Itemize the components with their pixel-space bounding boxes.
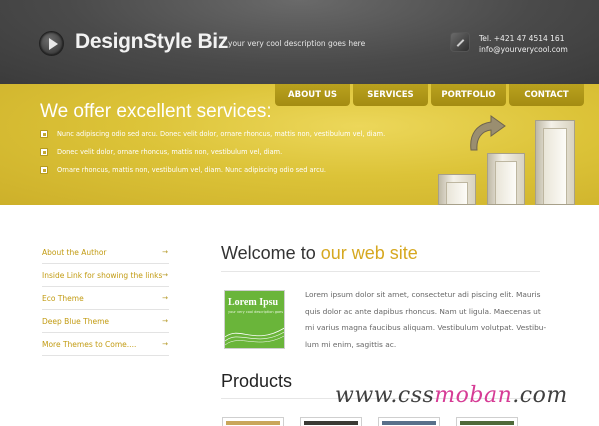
welcome-highlight: our web site bbox=[320, 243, 418, 263]
content-thumbnail[interactable]: Lorem Ipsu your very cool description go… bbox=[224, 290, 285, 349]
contact-phone: Tel. +421 47 4514 161 bbox=[479, 34, 565, 43]
service-item: Nunc adipiscing odio sed arcu. Donec vel… bbox=[40, 129, 385, 147]
bar-small bbox=[438, 174, 476, 205]
nav-contact[interactable]: CONTACT bbox=[509, 84, 584, 106]
sidebar-link-more-themes[interactable]: More Themes to Come.... → bbox=[42, 333, 169, 356]
contact-email[interactable]: info@yourverycool.com bbox=[479, 44, 568, 55]
sidebar-link-label: Inside Link for showing the links bbox=[42, 271, 163, 280]
thumbnail-title: Lorem Ipsu bbox=[228, 297, 279, 308]
sidebar: About the Author → Inside Link for showin… bbox=[42, 241, 169, 356]
sidebar-link-eco-theme[interactable]: Eco Theme → bbox=[42, 287, 169, 310]
nav-about-us[interactable]: ABOUT US bbox=[275, 84, 350, 106]
checkbox-icon bbox=[40, 130, 48, 138]
arrow-right-icon: → bbox=[162, 271, 168, 279]
service-text: Nunc adipiscing odio sed arcu. Donec vel… bbox=[57, 130, 386, 138]
arrow-right-icon: → bbox=[162, 317, 168, 325]
sidebar-link-label: More Themes to Come.... bbox=[42, 340, 137, 349]
arrow-right-icon: → bbox=[162, 248, 168, 256]
bar-medium bbox=[487, 153, 525, 205]
divider bbox=[221, 271, 540, 272]
product-thumbnail[interactable] bbox=[222, 417, 284, 426]
arrow-right-icon: → bbox=[162, 340, 168, 348]
nav-portfolio[interactable]: PORTFOLIO bbox=[431, 84, 506, 106]
welcome-prefix: Welcome to bbox=[221, 243, 316, 263]
service-text: Donec velit dolor, ornare rhoncus, matti… bbox=[57, 148, 283, 156]
banner-title: We offer excellent services: bbox=[40, 101, 272, 122]
checkbox-icon bbox=[40, 148, 48, 156]
sidebar-link-label: Deep Blue Theme bbox=[42, 317, 109, 326]
sidebar-link-label: About the Author bbox=[42, 248, 107, 257]
header: DesignStyle Biz your very cool descripti… bbox=[0, 0, 599, 84]
contact-info: Tel. +421 47 4514 161 info@yourverycool.… bbox=[479, 33, 568, 55]
checkbox-icon bbox=[40, 166, 48, 174]
sidebar-link-inside[interactable]: Inside Link for showing the links → bbox=[42, 264, 169, 287]
site-tagline: your very cool description goes here bbox=[228, 39, 366, 48]
watermark: www.cssmoban.com bbox=[335, 383, 568, 408]
site-logo[interactable]: DesignStyle Biz bbox=[75, 30, 228, 54]
sidebar-link-label: Eco Theme bbox=[42, 294, 84, 303]
body-line: mi varius magna faucibus aliquam. Vestib… bbox=[305, 323, 547, 333]
phone-icon bbox=[450, 32, 470, 52]
curved-arrow-icon bbox=[470, 115, 506, 151]
product-thumbnail[interactable] bbox=[456, 417, 518, 426]
body-line: lum mi enim, sagittis ac. bbox=[305, 340, 397, 350]
sidebar-link-deep-blue[interactable]: Deep Blue Theme → bbox=[42, 310, 169, 333]
page: DesignStyle Biz your very cool descripti… bbox=[0, 0, 599, 426]
arrow-right-icon: → bbox=[162, 294, 168, 302]
main-nav: ABOUT US SERVICES PORTFOLIO CONTACT bbox=[275, 84, 584, 106]
products-heading: Products bbox=[221, 371, 293, 391]
welcome-heading: Welcome to our web site bbox=[221, 243, 418, 264]
product-thumbnail[interactable] bbox=[300, 417, 362, 426]
welcome-body: Lorem ipsum dolor sit amet, consectetur … bbox=[305, 287, 547, 354]
thumbnail-subtitle: your very cool description goes bbox=[228, 310, 284, 314]
bar-large bbox=[535, 120, 575, 205]
growth-bars-graphic bbox=[430, 108, 599, 205]
body-line: quis dolor ac ante dapibus rhoncus. Nam … bbox=[305, 306, 541, 316]
sidebar-link-about-author[interactable]: About the Author → bbox=[42, 241, 169, 264]
service-item: Ornare rhoncus, mattis non, vestibulum v… bbox=[40, 165, 385, 183]
service-text: Ornare rhoncus, mattis non, vestibulum v… bbox=[57, 166, 326, 174]
play-icon[interactable] bbox=[39, 31, 64, 56]
body-line: Lorem ipsum dolor sit amet, consectetur … bbox=[305, 290, 541, 299]
nav-services[interactable]: SERVICES bbox=[353, 84, 428, 106]
product-thumbnail[interactable] bbox=[378, 417, 440, 426]
services-list: Nunc adipiscing odio sed arcu. Donec vel… bbox=[40, 129, 385, 183]
thumbnail-wave-graphic bbox=[225, 327, 284, 346]
service-item: Donec velit dolor, ornare rhoncus, matti… bbox=[40, 147, 385, 165]
